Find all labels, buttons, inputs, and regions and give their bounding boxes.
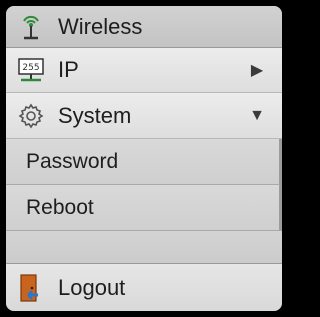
- chevron-right-icon: ▶: [250, 62, 264, 79]
- menu-item-logout-label: Logout: [58, 274, 126, 300]
- submenu-item-reboot[interactable]: Reboot: [6, 185, 282, 231]
- menu-item-ip-label: IP: [58, 57, 79, 82]
- menu-item-wireless[interactable]: Wireless: [6, 6, 282, 48]
- network-255-icon: 255: [16, 55, 46, 85]
- submenu-item-password-label: Password: [26, 149, 119, 173]
- chevron-down-icon: ▼: [249, 106, 265, 124]
- sidebar-menu: Wireless 255 IP ▶ System ▼ Password Rebo…: [6, 6, 282, 311]
- wireless-antenna-icon: [16, 12, 46, 42]
- gear-icon: [16, 101, 46, 131]
- menu-item-logout[interactable]: Logout: [6, 264, 282, 311]
- door-exit-icon: [16, 273, 46, 303]
- menu-item-wireless-label: Wireless: [58, 13, 143, 39]
- menu-spacer: [6, 231, 282, 264]
- menu-item-system[interactable]: System ▼: [6, 93, 282, 139]
- menu-item-system-label: System: [58, 102, 132, 128]
- submenu-item-password[interactable]: Password: [6, 139, 282, 185]
- submenu-item-reboot-label: Reboot: [26, 195, 94, 219]
- svg-text:255: 255: [22, 63, 39, 73]
- menu-item-ip[interactable]: 255 IP ▶: [6, 48, 282, 93]
